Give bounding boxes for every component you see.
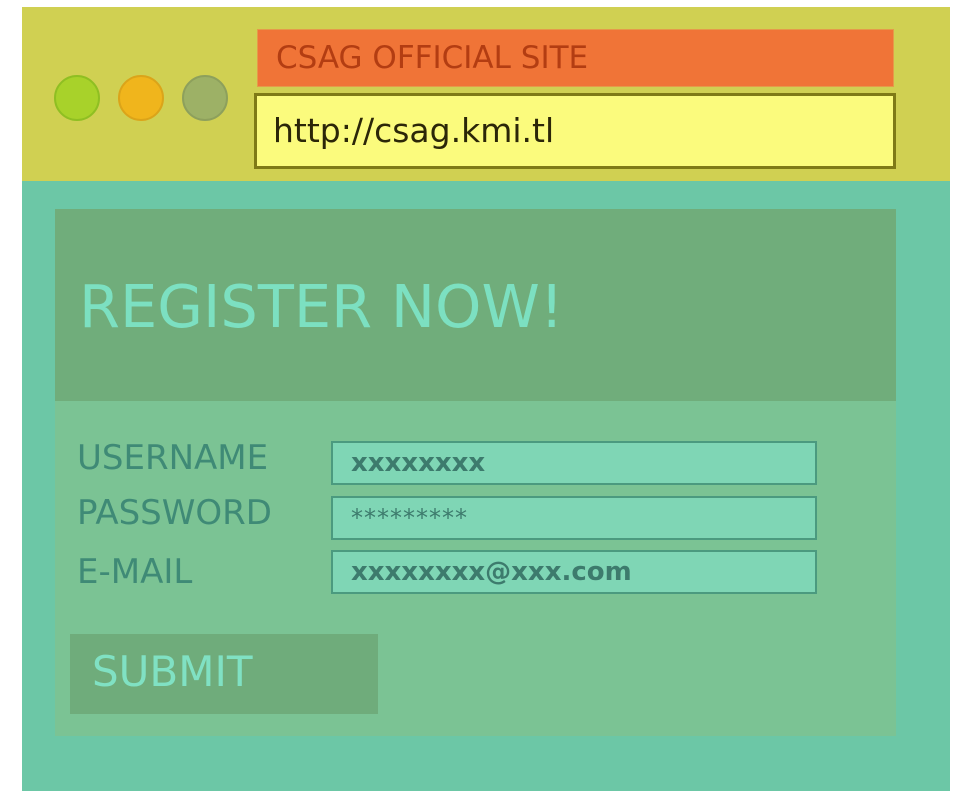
address-bar[interactable]: http://csag.kmi.tl (254, 93, 896, 169)
registration-header: REGISTER NOW! (55, 209, 896, 401)
browser-tab[interactable]: CSAG OFFICIAL SITE (257, 29, 894, 87)
close-window-button[interactable] (54, 75, 100, 121)
page-title: REGISTER NOW! (79, 272, 564, 341)
email-input[interactable]: xxxxxxxx@xxx.com (331, 550, 817, 594)
browser-titlebar: CSAG OFFICIAL SITE http://csag.kmi.tl (22, 7, 950, 181)
maximize-window-button[interactable] (182, 75, 228, 121)
email-label: E-MAIL (77, 552, 193, 592)
submit-button[interactable]: SUBMIT (70, 634, 378, 714)
username-input[interactable]: xxxxxxxx (331, 441, 817, 485)
password-input[interactable]: ********* (331, 496, 817, 540)
registration-panel: REGISTER NOW! USERNAME xxxxxxxx PASSWORD… (55, 209, 896, 736)
password-label: PASSWORD (77, 493, 272, 533)
minimize-window-button[interactable] (118, 75, 164, 121)
browser-window: CSAG OFFICIAL SITE http://csag.kmi.tl RE… (22, 7, 950, 791)
username-label: USERNAME (77, 438, 269, 478)
